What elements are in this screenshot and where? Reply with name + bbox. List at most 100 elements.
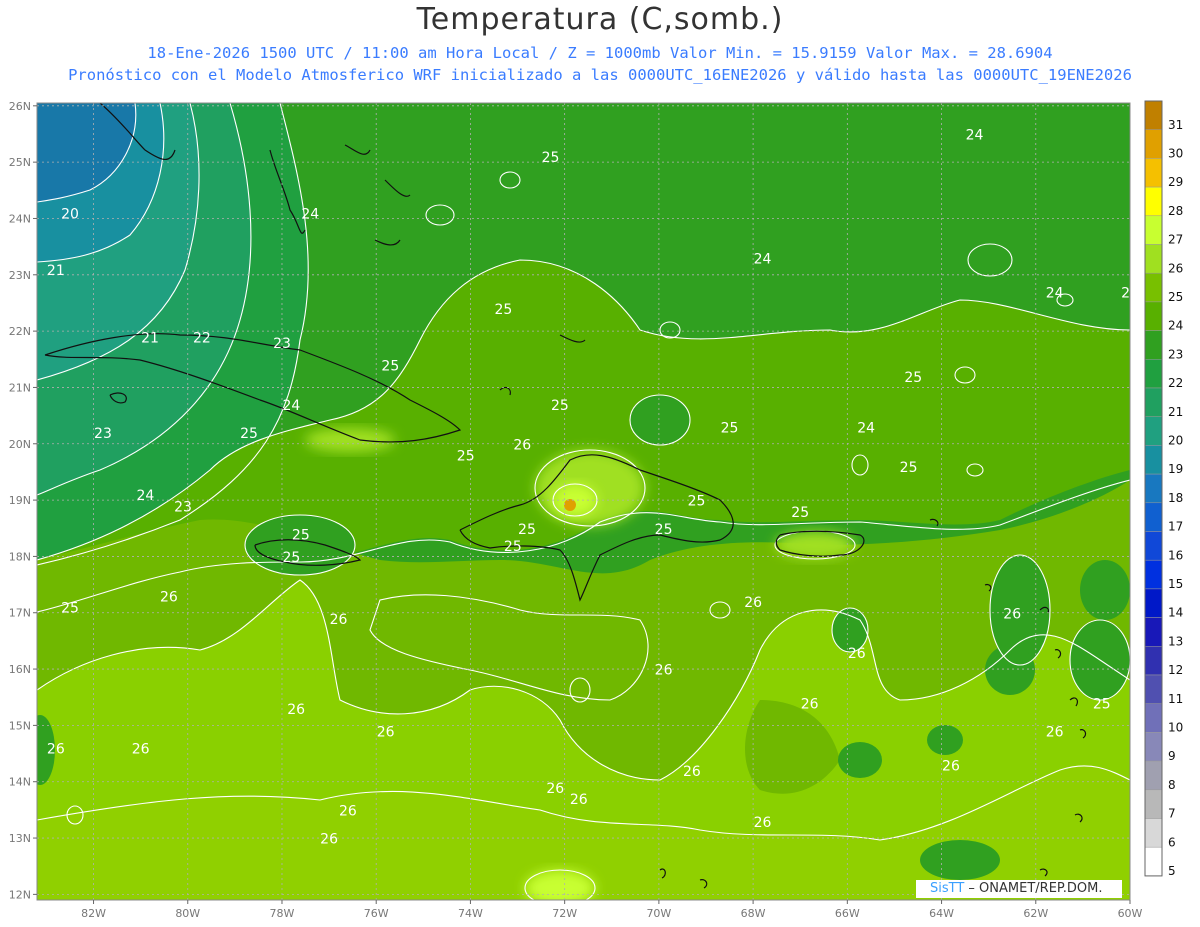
isotherm-label: 25 — [282, 550, 300, 566]
lat-tick-label: 26N — [9, 100, 31, 113]
isotherm-label: 24 — [857, 421, 875, 437]
colorbar-swatch — [1144, 617, 1163, 647]
isotherm-label: 26 — [339, 804, 357, 820]
isotherm-label: 26 — [132, 742, 150, 758]
lat-tick-label: 14N — [9, 776, 31, 789]
credit-box: SisTT – ONAMET/REP.DOM. — [916, 880, 1122, 898]
colorbar-swatch — [1144, 272, 1163, 303]
isotherm-label: 25 — [1121, 285, 1139, 301]
credit-brand: SisTT — [930, 881, 965, 896]
lat-tick-label: 19N — [9, 494, 31, 507]
isotherm-label: 25 — [688, 494, 706, 510]
colorbar-swatch — [1144, 559, 1163, 590]
lat-tick-label: 17N — [9, 607, 31, 620]
temp-24-patch-f — [920, 840, 1000, 880]
colorbar-swatch — [1144, 703, 1163, 733]
isotherm-label: 26 — [848, 646, 866, 662]
isotherm-label: 22 — [193, 330, 211, 346]
isotherm-label: 25 — [381, 359, 399, 375]
colorbar-label: 15 — [1168, 577, 1183, 591]
colorbar-swatch — [1144, 215, 1163, 245]
colorbar-label: 25 — [1168, 290, 1183, 304]
lat-tick-label: 23N — [9, 269, 31, 282]
lon-tick-label: 76W — [364, 907, 389, 920]
colorbar-label: 26 — [1168, 261, 1183, 275]
colorbar-swatch — [1144, 588, 1163, 618]
colorbar-label: 21 — [1168, 405, 1183, 419]
colorbar-swatch — [1144, 789, 1163, 819]
isotherm-label: 25 — [61, 601, 79, 617]
isotherm-label: 26 — [377, 725, 395, 741]
isotherm-label: 26 — [655, 663, 673, 679]
lon-tick-label: 64W — [929, 907, 954, 920]
isotherm-label: 26 — [754, 815, 772, 831]
temp-24-patch-e — [838, 742, 882, 778]
lon-tick-label: 68W — [741, 907, 766, 920]
colorbar-label: 20 — [1168, 434, 1183, 448]
isotherm-label: 26 — [1046, 725, 1064, 741]
colorbar-swatch — [1144, 330, 1163, 360]
lon-tick-label: 62W — [1023, 907, 1048, 920]
colorbar-swatch — [1144, 473, 1163, 504]
lat-tick-label: 22N — [9, 325, 31, 338]
colorbar-label: 9 — [1168, 749, 1176, 763]
lat-tick-label: 20N — [9, 438, 31, 451]
isotherm-label: 26 — [160, 589, 178, 605]
colorbar-label: 12 — [1168, 663, 1183, 677]
colorbar-label: 28 — [1168, 204, 1183, 218]
colorbar-label: 16 — [1168, 548, 1183, 562]
isotherm-label: 26 — [744, 595, 762, 611]
isotherm-label: 24 — [1046, 285, 1064, 301]
lat-tick-label: 18N — [9, 550, 31, 563]
isotherm-label: 25 — [655, 522, 673, 538]
lat-tick-label: 13N — [9, 832, 31, 845]
colorbar-swatch — [1144, 445, 1163, 475]
lat-tick-label: 16N — [9, 663, 31, 676]
lon-tick-label: 66W — [835, 907, 860, 920]
colorbar-label: 7 — [1168, 807, 1176, 821]
isotherm-label: 26 — [287, 702, 305, 718]
temp-max-spot — [564, 499, 576, 511]
colorbar-label: 29 — [1168, 175, 1183, 189]
colorbar-label: 17 — [1168, 520, 1183, 534]
lon-tick-label: 60W — [1118, 907, 1143, 920]
colorbar-label: 18 — [1168, 491, 1183, 505]
colorbar-swatch — [1144, 359, 1163, 389]
isotherm-label: 20 — [61, 206, 79, 222]
isotherm-label: 24 — [136, 488, 154, 504]
colorbar-label: 10 — [1168, 721, 1183, 735]
isotherm-label: 26 — [1003, 606, 1021, 622]
colorbar-label: 13 — [1168, 634, 1183, 648]
colorbar-swatch — [1144, 502, 1163, 532]
lon-tick-label: 70W — [646, 907, 671, 920]
lat-tick-label: 25N — [9, 156, 31, 169]
isotherm-label: 25 — [457, 449, 475, 465]
temp-24-patch-east2 — [985, 645, 1035, 695]
colorbar-label: 8 — [1168, 778, 1176, 792]
isotherm-label: 26 — [801, 696, 819, 712]
colorbar-swatch — [1144, 100, 1163, 130]
colorbar-label: 24 — [1168, 319, 1183, 333]
lon-tick-label: 78W — [270, 907, 295, 920]
colorbar-label: 31 — [1168, 118, 1183, 132]
isotherm-label: 25 — [240, 426, 258, 442]
colorbar-label: 5 — [1168, 864, 1176, 878]
isotherm-label: 26 — [546, 781, 564, 797]
isotherm-label: 25 — [292, 528, 310, 544]
isotherm-label: 26 — [320, 832, 338, 848]
isotherm-label: 25 — [518, 522, 536, 538]
colorbar-label: 30 — [1168, 147, 1183, 161]
colorbar-swatch — [1144, 416, 1163, 446]
colorbar-label: 14 — [1168, 606, 1183, 620]
colorbar-swatch — [1144, 158, 1163, 188]
isotherm-label: 25 — [900, 460, 918, 476]
colorbar-swatch — [1144, 387, 1163, 417]
lat-tick-label: 12N — [9, 888, 31, 901]
colorbar-label: 19 — [1168, 462, 1183, 476]
isotherm-label: 25 — [904, 370, 922, 386]
isotherm-label: 26 — [570, 792, 588, 808]
colorbar-swatch — [1144, 846, 1163, 877]
isotherm-label: 25 — [542, 150, 560, 166]
lon-tick-label: 80W — [175, 907, 200, 920]
lat-tick-label: 24N — [9, 212, 31, 225]
